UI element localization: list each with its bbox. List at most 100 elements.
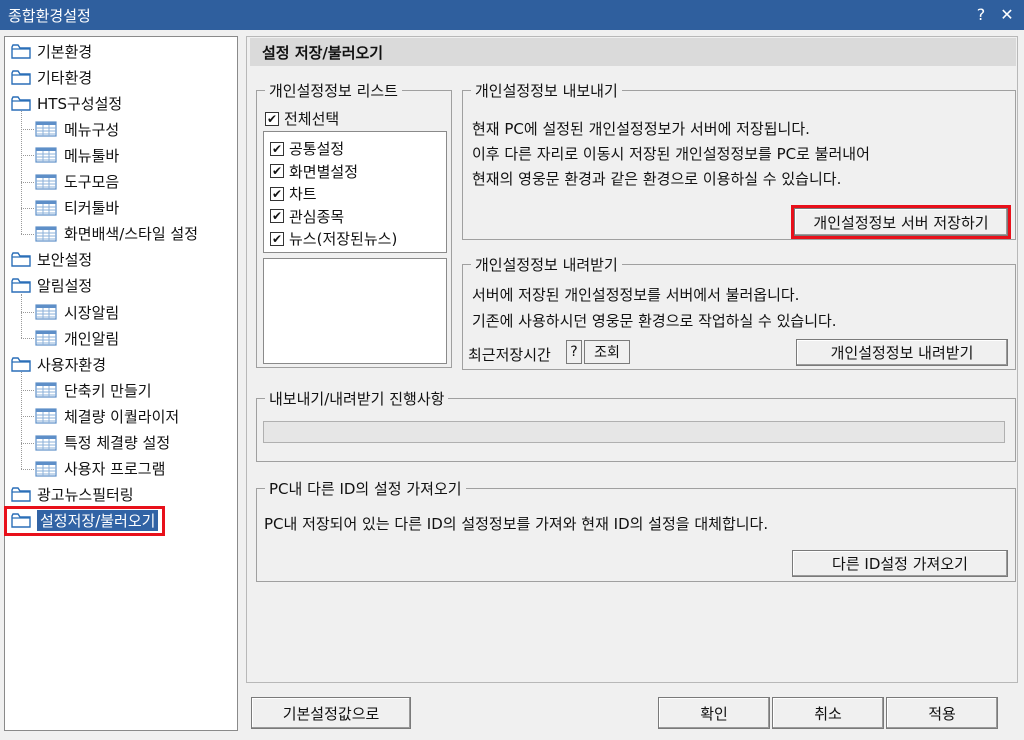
- tree-item-10[interactable]: 시장알림: [35, 300, 119, 324]
- tree-item-label: 시장알림: [64, 303, 120, 322]
- tree-item-label: 도구모음: [64, 173, 120, 191]
- export-line-3: 현재의 영웅문 환경과 같은 환경으로 이용하실 수 있습니다.: [472, 170, 842, 188]
- tree-item-4[interactable]: 메뉴툴바: [35, 143, 119, 167]
- recent-save-label: 최근저장시간: [468, 346, 551, 364]
- tree-item-15[interactable]: 특정 체결량 설정: [35, 431, 170, 455]
- tree-connector: [21, 155, 34, 157]
- tree-item-12[interactable]: 사용자환경: [11, 352, 106, 376]
- tree-connector: [21, 338, 34, 340]
- screen-icon: [35, 434, 57, 451]
- reset-defaults-button[interactable]: 기본설정값으로: [251, 697, 411, 729]
- tree-item-11[interactable]: 개인알림: [35, 326, 119, 350]
- tree-item-8[interactable]: 보안설정: [11, 248, 92, 272]
- tree-item-14[interactable]: 체결량 이퀄라이저: [35, 404, 179, 428]
- settings-checklist[interactable]: ✔ 공통설정 ✔ 화면별설정 ✔ 차트 ✔ 관심종목 ✔ 뉴스(저장된뉴스): [263, 131, 447, 253]
- tree-item-7[interactable]: 화면배색/스타일 설정: [35, 222, 198, 246]
- tree-item-13[interactable]: 단축키 만들기: [35, 378, 152, 402]
- tree-item-label: 개인알림: [64, 329, 120, 348]
- screen-icon: [35, 408, 57, 424]
- setting-checkbox-label: 관심종목: [289, 207, 345, 226]
- tree-item-1[interactable]: 기타환경: [11, 65, 92, 89]
- import-title: 개인설정정보 내려받기: [471, 254, 622, 275]
- tree-item-16[interactable]: 사용자 프로그램: [35, 457, 165, 481]
- cancel-button[interactable]: 취소: [772, 697, 884, 729]
- other-id-title: PC내 다른 ID의 설정 가져오기: [265, 478, 466, 499]
- folder-icon: [11, 487, 31, 502]
- tree-item-5[interactable]: 도구모음: [35, 170, 119, 194]
- setting-checkbox-label: 화면별설정: [289, 162, 359, 181]
- window-titlebar: 종합환경설정 ? ✕: [0, 0, 1024, 30]
- screen-icon: [35, 121, 57, 137]
- checkbox-icon: ✔: [270, 209, 284, 223]
- tree-item-label: 메뉴구성: [64, 120, 120, 139]
- setting-checkbox-row[interactable]: ✔ 관심종목: [270, 206, 344, 227]
- setting-checkbox-label: 차트: [289, 185, 317, 203]
- tree-connector: [21, 312, 34, 313]
- settings-tree[interactable]: 기본환경기타환경 HTS구성설정메뉴구성메뉴툴바도구모음티커툴바화면배색/스타일 …: [3, 36, 238, 731]
- screen-icon: [35, 460, 57, 477]
- folder-icon: [11, 69, 31, 85]
- tree-item-18[interactable]: 설정저장/불러오기: [3, 505, 166, 536]
- tree-item-label: 알림설정: [37, 277, 93, 296]
- setting-checkbox-row[interactable]: ✔ 뉴스(저장된뉴스): [270, 228, 397, 249]
- empty-listbox[interactable]: [263, 258, 447, 364]
- screen-icon: [35, 304, 57, 320]
- tree-connector: [21, 129, 34, 131]
- folder-icon: [11, 252, 31, 267]
- progress-bar: [263, 421, 1005, 443]
- download-settings-button[interactable]: 개인설정정보 내려받기: [796, 339, 1008, 366]
- tree-connector: [21, 181, 34, 183]
- tree-item-0[interactable]: 기본환경: [11, 39, 92, 63]
- tree-item-label: 기타환경: [37, 68, 93, 87]
- setting-checkbox-row[interactable]: ✔ 차트: [270, 183, 317, 204]
- tree-connector: [21, 207, 34, 209]
- screen-icon: [35, 173, 57, 190]
- checkbox-icon: ✔: [270, 141, 284, 156]
- apply-button[interactable]: 적용: [886, 697, 998, 729]
- tree-item-6[interactable]: 티커툴바: [35, 196, 119, 220]
- tree-item-2[interactable]: HTS구성설정: [11, 91, 122, 115]
- checkbox-icon: ✔: [270, 231, 284, 246]
- setting-checkbox-row[interactable]: ✔ 화면별설정: [270, 161, 358, 182]
- export-line-2: 이후 다른 자리로 이동시 저장된 개인설정정보를 PC로 불러내어: [472, 145, 870, 163]
- setting-checkbox-label: 뉴스(저장된뉴스): [289, 230, 398, 248]
- tree-item-label: 기본환경: [37, 42, 93, 61]
- import-other-id-button[interactable]: 다른 ID설정 가져오기: [792, 550, 1008, 577]
- tree-connector: [21, 416, 34, 418]
- tree-item-9[interactable]: 알림설정: [11, 274, 92, 298]
- tree-connector: [21, 293, 22, 339]
- setting-checkbox-row[interactable]: ✔ 공통설정: [270, 138, 344, 159]
- tree-item-3[interactable]: 메뉴구성: [35, 117, 119, 141]
- ok-button[interactable]: 확인: [658, 697, 770, 729]
- tree-item-17[interactable]: 광고뉴스필터링: [11, 483, 134, 507]
- tree-item-label: 사용자환경: [37, 355, 107, 374]
- checkbox-icon: ✔: [270, 164, 284, 178]
- folder-icon: [11, 95, 31, 111]
- tree-item-label: 화면배색/스타일 설정: [64, 225, 199, 244]
- export-line-1: 현재 PC에 설정된 개인설정정보가 서버에 저장됩니다.: [472, 120, 810, 138]
- tree-item-label: 광고뉴스필터링: [37, 486, 134, 505]
- select-all-checkbox[interactable]: ✔ 전체선택: [265, 108, 339, 129]
- progress-title: 내보내기/내려받기 진행사항: [265, 388, 449, 409]
- checkbox-icon: ✔: [270, 186, 284, 201]
- tree-item-label: 메뉴툴바: [64, 146, 120, 165]
- setting-checkbox-label: 공통설정: [289, 140, 345, 158]
- folder-icon: [11, 513, 31, 528]
- lookup-button[interactable]: 조회: [584, 340, 630, 364]
- close-button[interactable]: ✕: [996, 3, 1018, 25]
- window-title: 종합환경설정: [8, 6, 91, 25]
- page-title: 설정 저장/불러오기: [250, 38, 1016, 66]
- tree-item-label: 보안설정: [37, 251, 93, 270]
- tree-item-label: 설정저장/불러오기: [37, 510, 159, 532]
- tree-connector: [21, 111, 22, 234]
- personal-list-title: 개인설정정보 리스트: [265, 80, 402, 101]
- server-save-button[interactable]: 개인설정정보 서버 저장하기: [791, 205, 1011, 239]
- help-button[interactable]: ?: [970, 3, 992, 25]
- tree-item-label: 티커툴바: [64, 199, 120, 218]
- tree-item-label: 체결량 이퀄라이저: [64, 407, 180, 426]
- screen-icon: [35, 382, 57, 398]
- other-id-text: PC내 저장되어 있는 다른 ID의 설정정보를 가져와 현재 ID의 설정을 …: [264, 515, 769, 533]
- import-line-1: 서버에 저장된 개인설정정보를 서버에서 불러옵니다.: [472, 286, 800, 304]
- screen-icon: [35, 330, 57, 346]
- import-line-2: 기존에 사용하시던 영웅문 환경으로 작업하실 수 있습니다.: [472, 312, 837, 330]
